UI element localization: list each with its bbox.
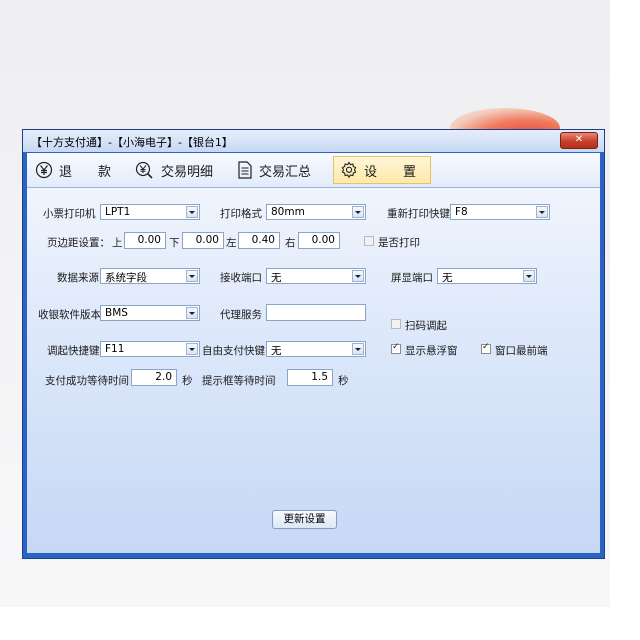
window-title: 【十方支付通】-【小海电子】-【银台1】 — [31, 136, 233, 149]
close-icon: ✕ — [574, 134, 584, 145]
receipt-printer-label: 小票打印机 — [43, 208, 96, 220]
tab-refund[interactable]: 退 款 — [35, 156, 121, 184]
invoke-hotkey-select[interactable]: F11 — [100, 341, 200, 357]
margin-bottom-label: 下 — [169, 237, 180, 249]
tab-transaction-details-label: 交易明细 — [161, 164, 214, 180]
cashier-version-select[interactable]: BMS — [100, 305, 200, 321]
close-button[interactable]: ✕ — [560, 132, 598, 149]
margin-left-input[interactable]: 0.40 — [238, 232, 280, 249]
reprint-hotkey-label: 重新打印快键 — [387, 208, 450, 220]
reprint-hotkey-value: F8 — [455, 206, 468, 218]
tab-transaction-summary-label: 交易汇总 — [259, 164, 312, 180]
free-pay-hotkey-select[interactable]: 无 — [266, 341, 366, 357]
title-bar[interactable]: 【十方支付通】-【小海电子】-【银台1】 ✕ — [23, 130, 604, 152]
prompt-wait-label: 提示框等待时间 — [202, 375, 276, 387]
print-enabled-checkbox[interactable] — [364, 236, 374, 246]
tab-transaction-details[interactable]: 交易明细 — [135, 156, 213, 184]
margin-bottom-input[interactable]: 0.00 — [182, 232, 224, 249]
window-topmost-checkbox[interactable] — [481, 342, 491, 354]
scan-adjust-label: 扫码调起 — [405, 320, 447, 332]
receive-port-select[interactable]: 无 — [266, 268, 366, 284]
update-settings-button[interactable]: 更新设置 — [272, 510, 337, 529]
receipt-printer-value: LPT1 — [105, 206, 131, 218]
data-source-value: 系统字段 — [105, 272, 147, 284]
chevron-down-icon[interactable] — [186, 270, 198, 282]
success-wait-input[interactable]: 2.0 — [131, 369, 177, 386]
yen-search-icon — [135, 161, 153, 179]
proxy-service-label: 代理服务 — [220, 309, 262, 321]
chevron-down-icon[interactable] — [352, 270, 364, 282]
data-source-label: 数据来源 — [57, 272, 99, 284]
toolbar: 退 款 交易明细 交易汇总 设 置 — [27, 153, 600, 188]
print-format-label: 打印格式 — [220, 208, 262, 220]
chevron-down-icon[interactable] — [186, 206, 198, 218]
prompt-wait-input[interactable]: 1.5 — [287, 369, 333, 386]
cashier-version-label: 收银软件版本 — [38, 309, 101, 321]
margin-right-label: 右 — [285, 237, 296, 249]
tab-refund-char1: 退 — [59, 164, 73, 180]
chevron-down-icon[interactable] — [186, 307, 198, 319]
tab-refund-char2: 款 — [98, 164, 112, 180]
data-source-select[interactable]: 系统字段 — [100, 268, 200, 284]
chevron-down-icon[interactable] — [186, 343, 198, 355]
tab-settings-char2: 置 — [403, 164, 417, 180]
success-wait-unit: 秒 — [182, 375, 193, 387]
gear-icon — [341, 161, 357, 179]
margins-label: 页边距设置： — [47, 237, 110, 249]
display-port-select[interactable]: 无 — [437, 268, 537, 284]
window-topmost-label: 窗口最前端 — [495, 345, 548, 357]
receipt-printer-select[interactable]: LPT1 — [100, 204, 200, 220]
invoke-hotkey-value: F11 — [105, 343, 125, 355]
prompt-wait-unit: 秒 — [338, 375, 349, 387]
display-port-label: 屏显端口 — [391, 272, 433, 284]
client-area: 退 款 交易明细 交易汇总 设 置 小票打印机 LPT1 打印格式 80mm 重… — [27, 153, 600, 553]
print-enabled-label: 是否打印 — [378, 237, 420, 249]
show-floating-checkbox[interactable] — [391, 342, 401, 354]
invoke-hotkey-label: 调起快捷键 — [47, 345, 100, 357]
print-format-select[interactable]: 80mm — [266, 204, 366, 220]
print-format-value: 80mm — [271, 206, 305, 218]
tab-settings[interactable]: 设 置 — [333, 156, 431, 184]
cashier-version-value: BMS — [105, 307, 128, 319]
yen-icon — [35, 161, 53, 179]
margin-top-input[interactable]: 0.00 — [124, 232, 166, 249]
margin-left-label: 左 — [226, 237, 237, 249]
tab-settings-char1: 设 — [364, 164, 378, 180]
margin-right-input[interactable]: 0.00 — [298, 232, 340, 249]
display-port-value: 无 — [442, 272, 453, 284]
document-icon — [238, 161, 252, 179]
margin-top-label: 上 — [112, 237, 123, 249]
tab-transaction-summary[interactable]: 交易汇总 — [237, 156, 311, 184]
free-pay-hotkey-label: 自由支付快键 — [202, 345, 265, 357]
chevron-down-icon[interactable] — [352, 343, 364, 355]
reprint-hotkey-select[interactable]: F8 — [450, 204, 550, 220]
free-pay-hotkey-value: 无 — [271, 345, 282, 357]
receive-port-value: 无 — [271, 272, 282, 284]
scan-adjust-checkbox[interactable] — [391, 319, 401, 329]
chevron-down-icon[interactable] — [352, 206, 364, 218]
app-window: 【十方支付通】-【小海电子】-【银台1】 ✕ 退 款 交易明细 交易汇总 设 置… — [22, 129, 605, 559]
chevron-down-icon[interactable] — [523, 270, 535, 282]
success-wait-label: 支付成功等待时间 — [45, 375, 129, 387]
proxy-service-input[interactable] — [266, 304, 366, 321]
chevron-down-icon[interactable] — [536, 206, 548, 218]
show-floating-label: 显示悬浮窗 — [405, 345, 458, 357]
receive-port-label: 接收端口 — [220, 272, 262, 284]
